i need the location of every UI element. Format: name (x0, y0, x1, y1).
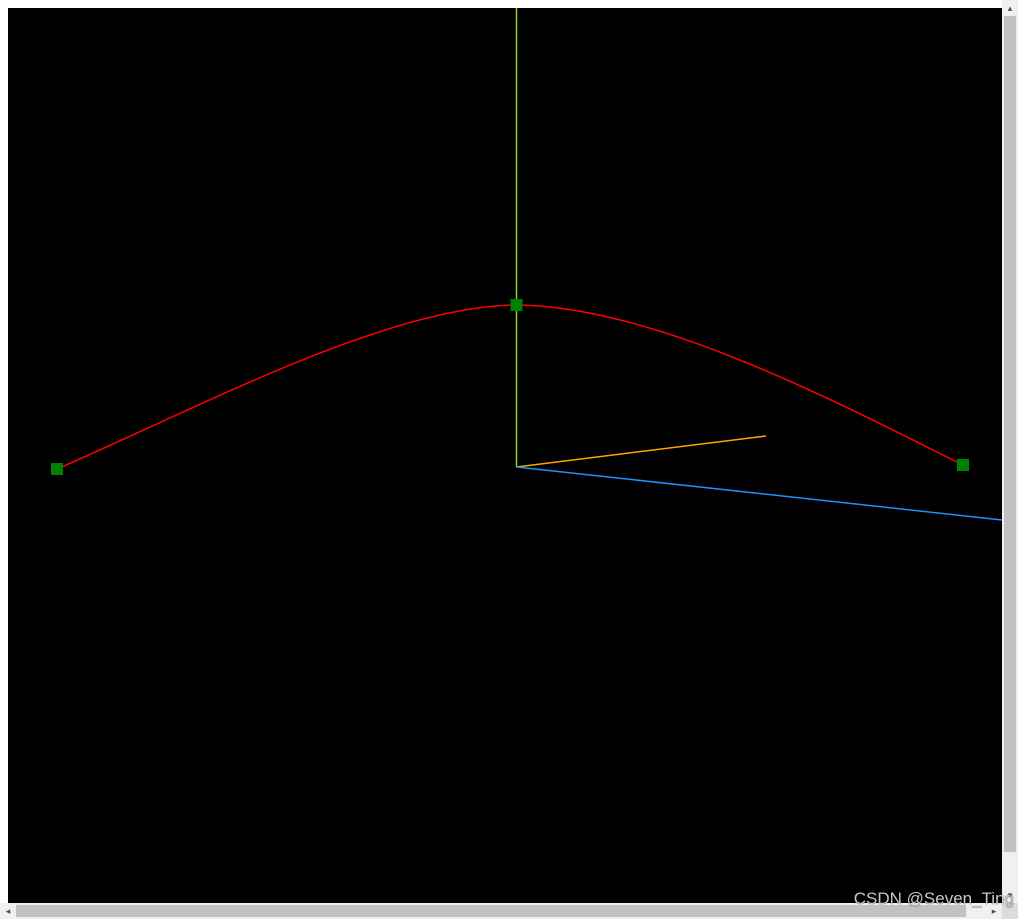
x-axis-line (516, 466, 1002, 521)
scene-svg (51, 8, 1002, 521)
horizontal-scroll-thumb[interactable] (16, 905, 966, 917)
z-axis-line (516, 435, 767, 468)
control-point-right[interactable] (957, 459, 969, 471)
spline-curve (56, 304, 964, 470)
watermark-text: CSDN @Seven_Ting (853, 889, 1014, 908)
scroll-left-icon[interactable]: ◂ (0, 903, 16, 919)
vertical-scroll-thumb[interactable] (1004, 16, 1016, 852)
horizontal-scrollbar[interactable]: ◂ ▸ (0, 903, 1002, 919)
vertical-scrollbar[interactable]: ▴ ▾ (1002, 0, 1018, 903)
control-point-left[interactable] (51, 463, 63, 475)
render-canvas[interactable] (8, 8, 1002, 903)
control-point-top[interactable] (510, 299, 523, 311)
scroll-up-icon[interactable]: ▴ (1002, 0, 1018, 16)
